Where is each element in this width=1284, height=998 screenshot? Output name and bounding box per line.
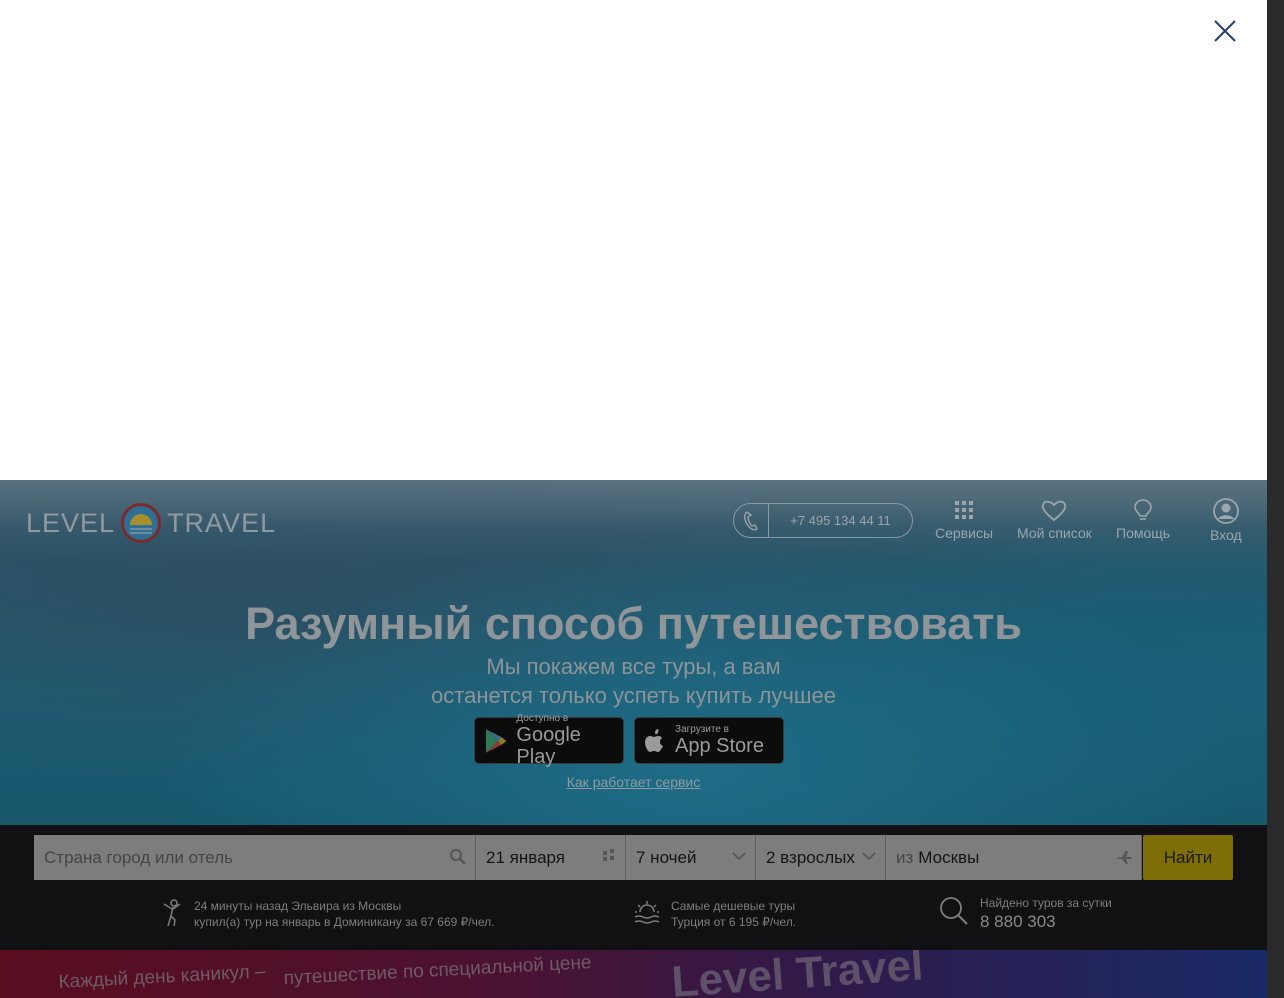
promo-banner[interactable]: Каждый день каникул – путешествие по спе… — [0, 950, 1267, 998]
search-bar: Страна город или отель 21 января 7 ночей… — [34, 835, 1233, 880]
phone-number: +7 495 134 44 11 — [790, 513, 891, 528]
recent-purchase-line1: 24 минуты назад Эльвира из Москвы — [194, 899, 402, 913]
destination-placeholder: Страна город или отель — [44, 847, 233, 867]
nav-services[interactable]: Сервисы — [935, 498, 993, 541]
cheapest-tours-info: Самые дешевые туры Турция от 6 195 ₽/чел… — [633, 898, 796, 930]
heart-icon — [1042, 500, 1067, 522]
logo-text-right: TRAVEL — [167, 507, 277, 538]
cheapest-tours-line1: Самые дешевые туры — [671, 899, 796, 913]
promo-right-text: Level Travel — [670, 950, 925, 998]
google-play-icon — [485, 728, 507, 753]
promo-left-text: Каждый день каникул – путешествие по спе… — [58, 950, 592, 998]
modal-blank-area — [0, 0, 1267, 480]
recent-purchase-info: 24 минуты назад Эльвира из Москвы купил(… — [160, 898, 494, 930]
date-picker[interactable]: 21 января — [476, 835, 626, 880]
departure-city-input[interactable]: из Москвы — [886, 835, 1142, 880]
app-store-button[interactable]: Загрузите в App Store — [634, 717, 784, 764]
app-store-big: App Store — [675, 735, 764, 757]
nav-my-list[interactable]: Мой список — [1017, 498, 1092, 541]
google-play-big: Google Play — [516, 724, 581, 768]
magnifier-icon — [940, 897, 968, 925]
departure-city: Москвы — [918, 847, 980, 867]
hero-title: Разумный способ путешествовать — [245, 598, 1022, 649]
chevron-down-icon — [862, 852, 876, 861]
hero-subtitle-line2: останется только успеть купить лучшее — [431, 683, 836, 708]
nights-select[interactable]: 7 ночей — [626, 835, 756, 880]
tours-found-label: Найдено туров за сутки — [980, 896, 1112, 910]
scrollbar[interactable] — [1267, 0, 1284, 998]
sun-sea-icon — [634, 901, 660, 924]
recent-purchase-line2: купил(а) тур на январь в Доминикану за 6… — [194, 915, 495, 929]
user-icon — [1212, 498, 1239, 524]
hero-subtitle-line1: Мы покажем все туры, а вам — [486, 654, 781, 679]
departure-prefix: из — [896, 847, 914, 867]
chevron-down-icon — [732, 852, 746, 861]
plane-icon — [1117, 851, 1132, 864]
tours-found-info: Найдено туров за сутки 8 880 303 — [938, 895, 1112, 933]
search-icon — [450, 849, 466, 865]
how-it-works-link[interactable]: Как работает сервис — [0, 774, 1267, 790]
logo-text-left: LEVEL — [26, 507, 116, 538]
grid-icon — [955, 501, 973, 519]
search-section: Страна город или отель 21 января 7 ночей… — [0, 825, 1267, 950]
guests-select[interactable]: 2 взрослых — [756, 835, 886, 880]
guests-value: 2 взрослых — [766, 847, 855, 867]
google-play-button[interactable]: Доступно в Google Play — [474, 713, 624, 768]
tours-found-value: 8 880 303 — [980, 912, 1056, 931]
nav-services-label: Сервисы — [935, 525, 994, 541]
destination-input[interactable]: Страна город или отель — [34, 835, 476, 880]
apple-icon — [645, 728, 663, 752]
logo[interactable]: LEVEL TRAVEL — [26, 497, 276, 549]
close-icon[interactable] — [1208, 14, 1242, 48]
google-play-small: Доступно в — [516, 713, 569, 724]
logo-sun-icon — [121, 503, 162, 543]
phone-button[interactable]: +7 495 134 44 11 — [733, 503, 913, 538]
cheapest-tours-line2: Турция от 6 195 ₽/чел. — [671, 915, 797, 929]
date-value: 21 января — [486, 847, 565, 867]
dancer-icon — [163, 899, 181, 927]
lightbulb-icon — [1134, 499, 1152, 520]
calendar-icon — [603, 849, 614, 861]
nav-help[interactable]: Помощь — [1116, 498, 1170, 541]
nav-login-label: Вход — [1210, 527, 1242, 543]
nav-help-label: Помощь — [1116, 525, 1171, 541]
nights-value: 7 ночей — [636, 847, 697, 867]
nav-login[interactable]: Вход — [1210, 498, 1242, 543]
app-store-small: Загрузите в — [675, 724, 729, 735]
find-button[interactable]: Найти — [1143, 835, 1233, 880]
nav-my-list-label: Мой список — [1017, 525, 1092, 541]
hero-subtitle: Мы покажем все туры, а вам останется тол… — [0, 652, 1267, 710]
phone-icon — [734, 504, 769, 537]
hero-section: LEVEL TRAVEL +7 495 134 44 11 Сервисы Мо… — [0, 480, 1267, 825]
